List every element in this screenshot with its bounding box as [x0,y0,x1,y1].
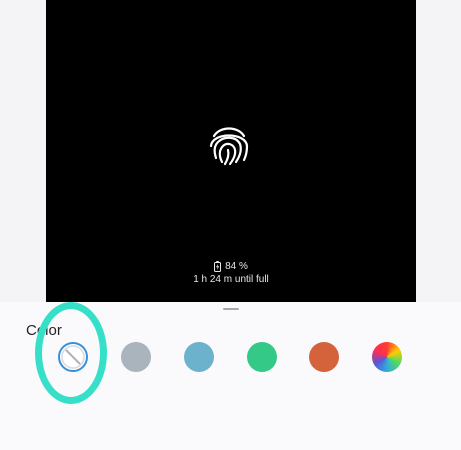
sheet-drag-handle[interactable] [223,308,239,310]
swatch-blue[interactable] [184,342,214,372]
swatch-orange[interactable] [309,342,339,372]
color-label: Color [26,322,62,339]
battery-percent: 84 % [225,261,248,272]
battery-charging-icon [214,261,222,272]
swatch-green[interactable] [247,342,277,372]
charge-time: 1 h 24 m until full [193,274,269,285]
charging-status: 84 % 1 h 24 m until full [46,260,416,286]
swatch-custom-color[interactable] [372,342,402,372]
color-bottom-sheet: Color [0,302,461,450]
aod-preview: 84 % 1 h 24 m until full [46,0,416,302]
no-color-icon [61,345,85,369]
color-swatch-row [0,342,461,376]
swatch-none[interactable] [58,342,88,372]
fingerprint-icon [209,127,249,166]
swatch-gray[interactable] [121,342,151,372]
